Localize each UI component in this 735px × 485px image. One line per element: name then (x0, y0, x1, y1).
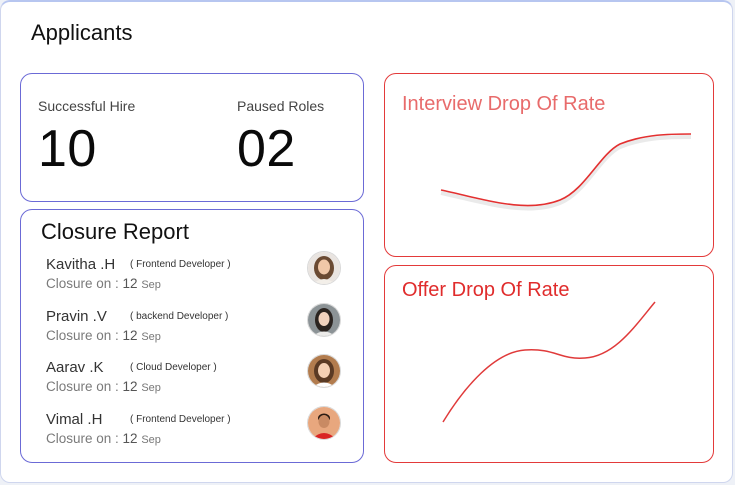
closure-month: Sep (141, 434, 161, 446)
closure-date: Closure on : 12 Sep (46, 328, 161, 343)
list-item[interactable]: Pravin .V ( backend Developer ) Closure … (46, 303, 346, 350)
stat-label: Paused Roles (237, 98, 325, 114)
list-item[interactable]: Vimal .H ( Frontend Developer ) Closure … (46, 406, 346, 453)
stat-value: 10 (38, 120, 97, 178)
applicant-role: ( Frontend Developer ) (130, 259, 231, 270)
stat-value: 02 (237, 120, 296, 178)
applicant-name: Aarav .K (46, 359, 104, 376)
applicants-panel: Applicants Successful Hire 10 Paused Rol… (0, 0, 733, 483)
avatar[interactable] (307, 406, 341, 440)
stat-label: Successful Hire (38, 98, 136, 114)
avatar[interactable] (307, 303, 341, 337)
applicant-role: ( Frontend Developer ) (130, 414, 231, 425)
applicant-role: ( backend Developer ) (130, 311, 229, 322)
offer-drop-line (442, 301, 656, 423)
page-title: Applicants (31, 20, 133, 45)
closure-prefix: Closure on : (46, 431, 123, 446)
applicant-name: Pravin .V (46, 308, 107, 325)
list-item[interactable]: Aarav .K ( Cloud Developer ) Closure on … (46, 354, 346, 401)
interview-drop-line (440, 133, 692, 207)
closure-date: Closure on : 12 Sep (46, 379, 161, 394)
closure-day: 12 (122, 328, 138, 343)
closure-report-title: Closure Report (41, 219, 189, 244)
avatar[interactable] (307, 251, 341, 285)
closure-report-card: Closure Report Kavitha .H ( Frontend Dev… (20, 209, 364, 463)
list-item[interactable]: Kavitha .H ( Frontend Developer ) Closur… (46, 251, 346, 298)
closure-date: Closure on : 12 Sep (46, 431, 161, 446)
closure-day: 12 (122, 276, 138, 291)
offer-drop-sparkline (442, 301, 656, 423)
closure-month: Sep (141, 382, 161, 394)
closure-month: Sep (141, 279, 161, 291)
closure-prefix: Closure on : (46, 379, 123, 394)
applicant-name: Vimal .H (46, 411, 103, 428)
closure-prefix: Closure on : (46, 328, 123, 343)
closure-prefix: Closure on : (46, 276, 123, 291)
stat-paused-roles: Paused Roles 02 (237, 98, 324, 175)
stats-card: Successful Hire 10 Paused Roles 02 (20, 73, 364, 202)
closure-month: Sep (141, 331, 161, 343)
stat-successful-hire: Successful Hire 10 (38, 98, 135, 175)
applicant-name: Kavitha .H (46, 256, 116, 273)
avatar[interactable] (307, 354, 341, 388)
interview-drop-sparkline (440, 133, 692, 211)
offer-drop-card: Offer Drop Of Rate (384, 265, 714, 463)
closure-date: Closure on : 12 Sep (46, 276, 161, 291)
closure-day: 12 (122, 431, 138, 446)
applicant-role: ( Cloud Developer ) (130, 362, 217, 373)
interview-drop-card: Interview Drop Of Rate (384, 73, 714, 257)
closure-day: 12 (122, 379, 138, 394)
